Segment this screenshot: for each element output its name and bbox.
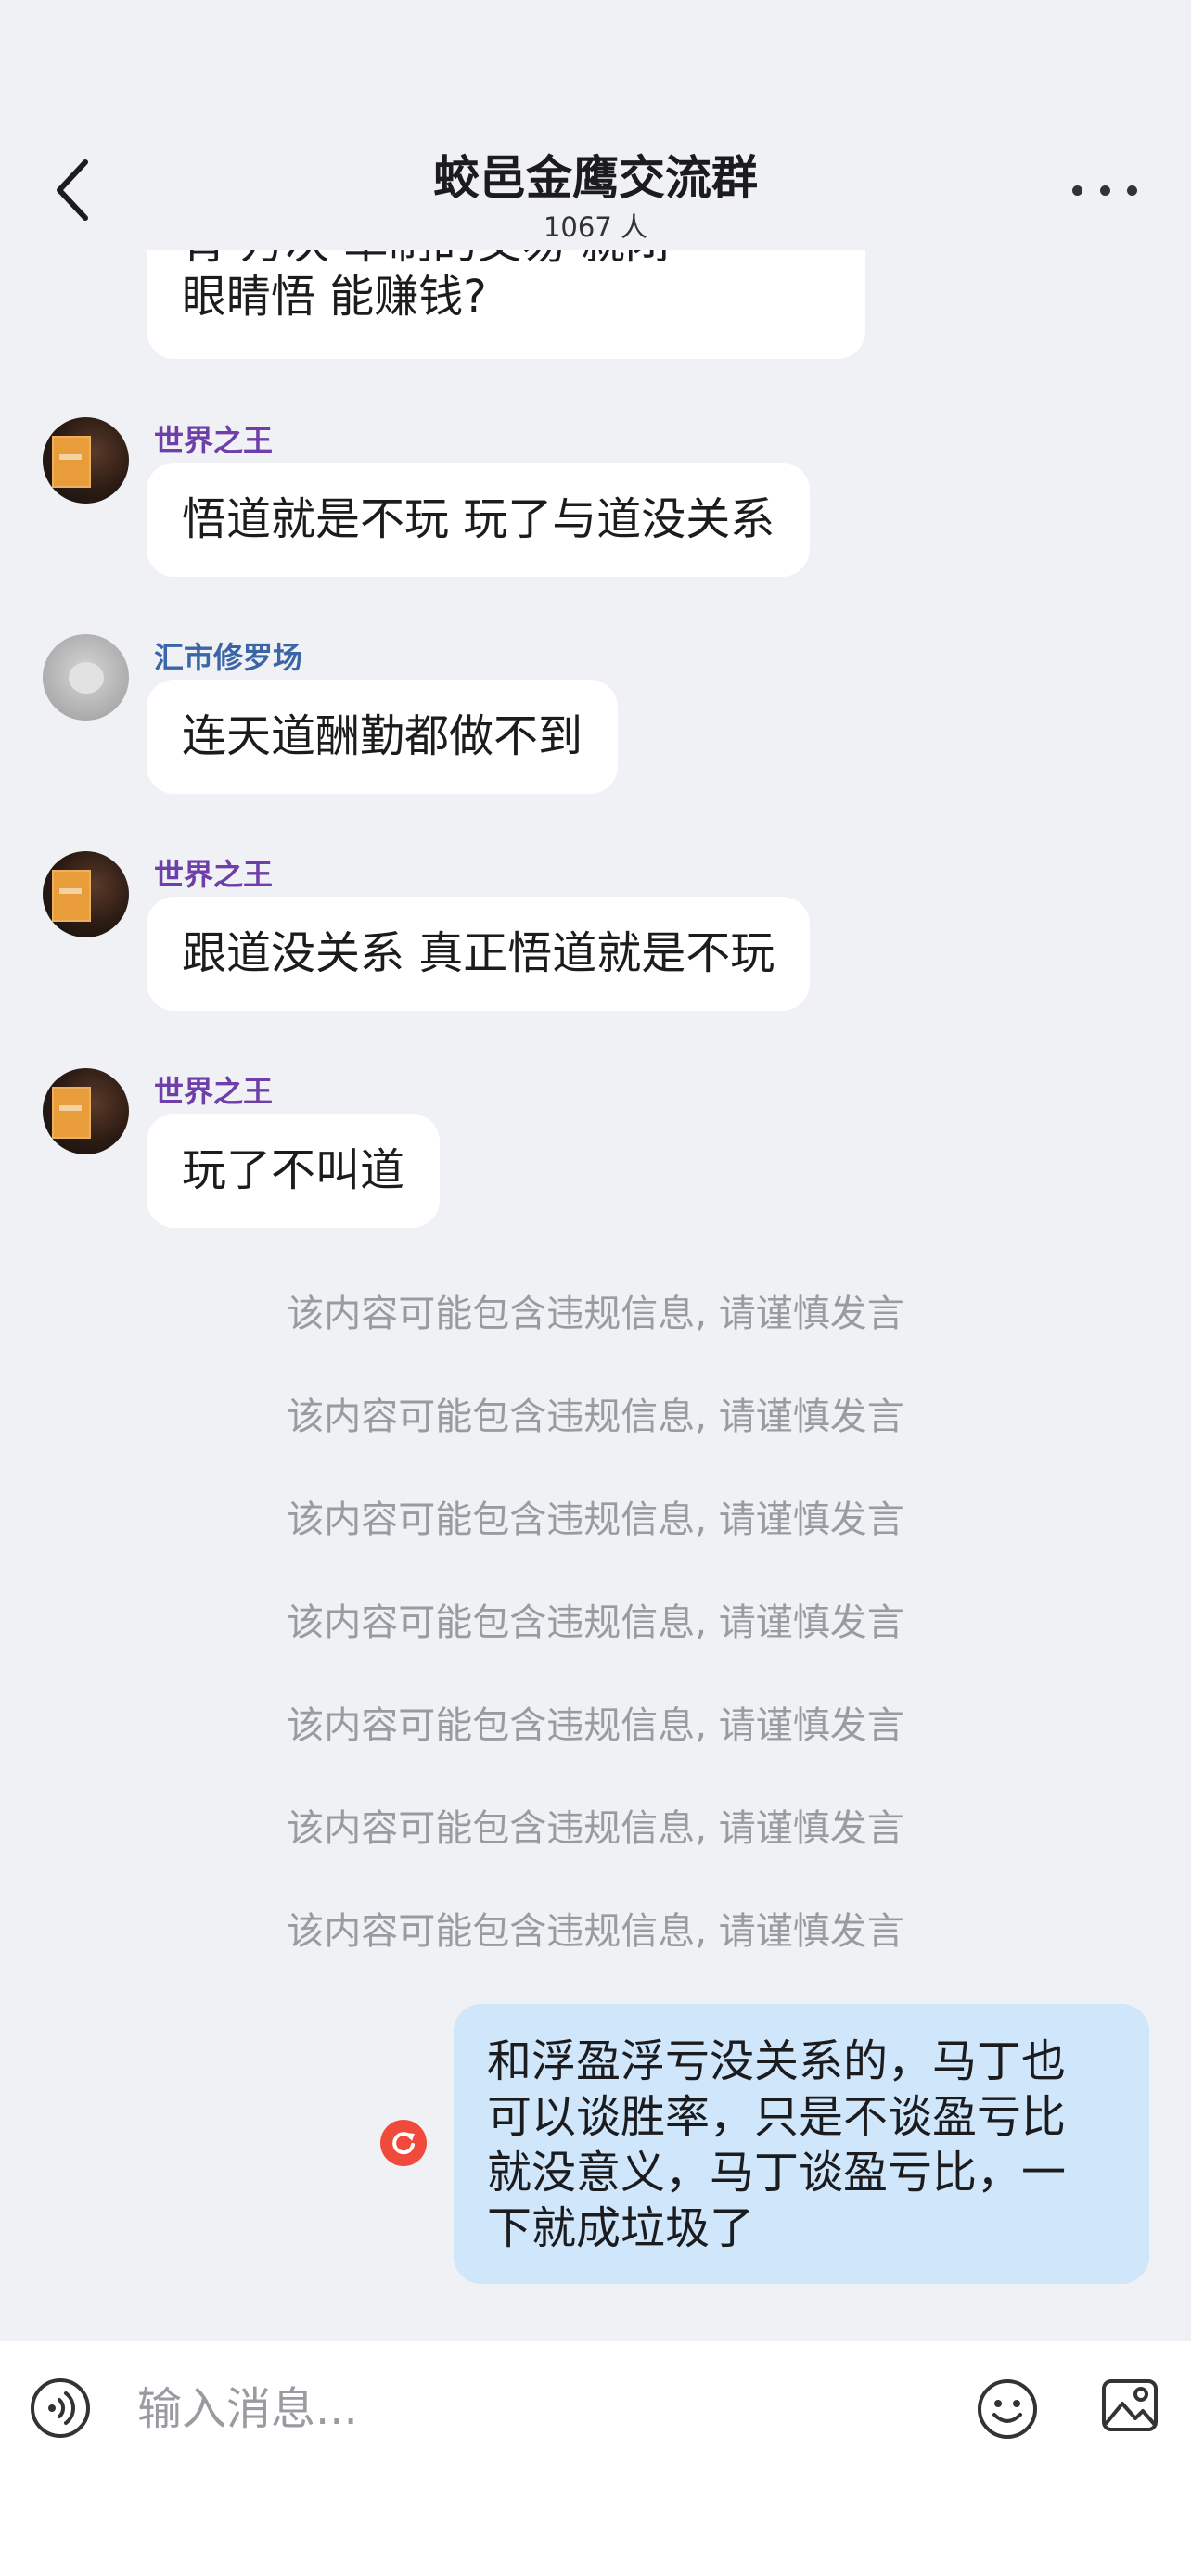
sender-name[interactable]: 世界之王 <box>154 851 273 894</box>
system-notice: 该内容可能包含违规信息, 请谨慎发言 <box>287 1910 904 1953</box>
system-notice: 该内容可能包含违规信息, 请谨慎发言 <box>287 1396 904 1438</box>
message-text: 悟道就是不玩 玩了与道没关系 <box>182 493 775 545</box>
page-title: 蛟邑金鹰交流群 <box>433 151 758 205</box>
message-bubble[interactable]: 跟道没关系 真正悟道就是不玩 <box>147 897 811 1011</box>
member-count: 1067 人 <box>543 211 648 243</box>
input-bar <box>0 2341 1191 2576</box>
system-notice: 该内容可能包含违规信息, 请谨慎发言 <box>287 1704 904 1747</box>
emoji-icon[interactable] <box>976 2378 1039 2441</box>
message-bubble[interactable]: 悟道就是不玩 玩了与道没关系 <box>147 463 811 577</box>
message-text: 跟道没关系 真正悟道就是不玩 <box>182 927 775 979</box>
avatar[interactable] <box>43 1068 129 1154</box>
system-notice: 该内容可能包含违规信息, 请谨慎发言 <box>287 1601 904 1644</box>
avatar[interactable] <box>43 417 129 504</box>
message-text: 眼睛悟 能赚钱? <box>182 271 487 323</box>
sender-name[interactable]: 世界之王 <box>154 417 273 460</box>
chat-header: 蛟邑金鹰交流群 1067 人 <box>0 0 1191 250</box>
sender-name[interactable]: 汇市修罗场 <box>154 634 302 677</box>
message-input[interactable] <box>137 2381 935 2437</box>
avatar[interactable] <box>43 851 129 937</box>
image-icon[interactable] <box>1100 2376 1159 2435</box>
system-notice: 该内容可能包含违规信息, 请谨慎发言 <box>287 1498 904 1541</box>
message-text: 连天道酬勤都做不到 <box>182 710 583 762</box>
retry-icon[interactable] <box>380 2120 427 2166</box>
own-message-bubble[interactable]: 和浮盈浮亏没关系的，马丁也 可以谈胜率，只是不谈盈亏比 就没意义，马丁谈盈亏比，… <box>454 2004 1149 2284</box>
message-text: 玩了不叫道 <box>182 1144 405 1196</box>
more-dots-icon[interactable] <box>1072 176 1137 204</box>
avatar[interactable] <box>43 634 129 721</box>
system-notice: 该内容可能包含违规信息, 请谨慎发言 <box>287 1807 904 1850</box>
sender-name[interactable]: 世界之王 <box>154 1068 273 1111</box>
message-list[interactable]: 肯 万次 革制的交易 就闭 眼睛悟 能赚钱? 世界之王 悟道就是不玩 玩了与道没… <box>0 0 1191 2341</box>
system-notice: 该内容可能包含违规信息, 请谨慎发言 <box>287 1293 904 1335</box>
message-bubble[interactable]: 玩了不叫道 <box>147 1114 441 1228</box>
message-bubble[interactable]: 连天道酬勤都做不到 <box>147 680 619 794</box>
voice-icon[interactable] <box>30 2378 91 2439</box>
